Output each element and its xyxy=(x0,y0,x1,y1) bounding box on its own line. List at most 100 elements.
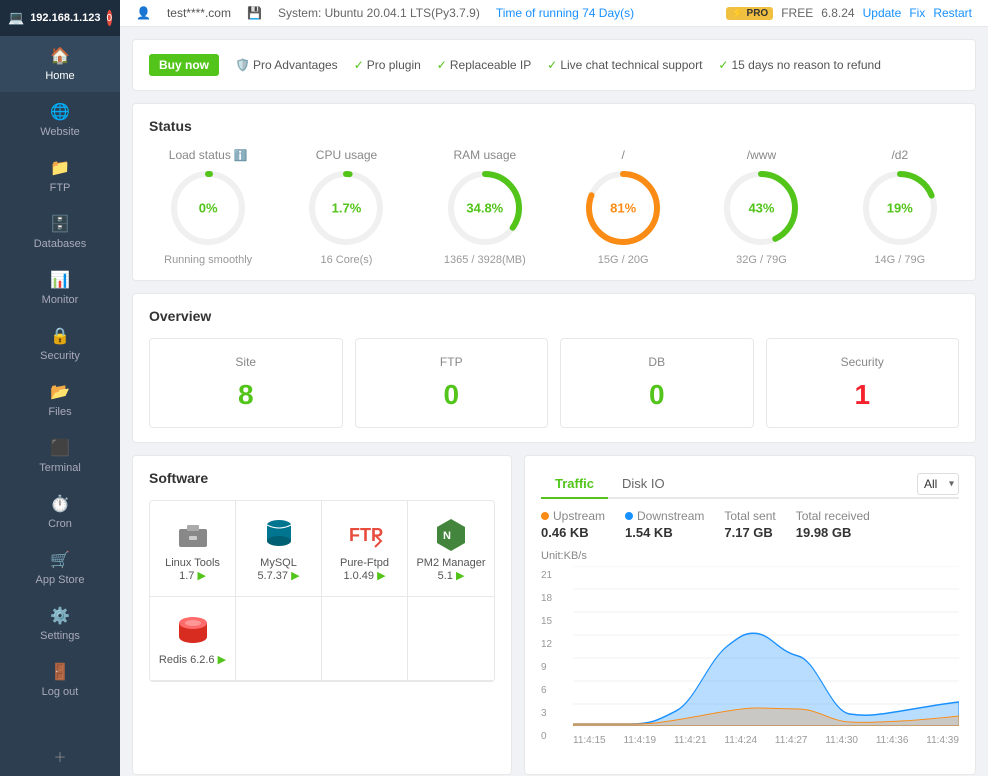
topbar-update[interactable]: Update xyxy=(863,6,902,20)
sidebar-label: Settings xyxy=(40,630,80,642)
sidebar-item-databases[interactable]: 🗄️Databases xyxy=(0,204,120,260)
card-label: Security xyxy=(783,355,943,369)
downstream-value: 1.54 KB xyxy=(625,525,704,540)
svg-text:FTP: FTP xyxy=(349,525,383,545)
software-icon-redis xyxy=(175,611,211,647)
software-cell-undefined[interactable]: Redis 6.2.6 ▶ xyxy=(150,597,236,681)
svg-text:N: N xyxy=(443,530,451,542)
overview-card-db[interactable]: DB 0 xyxy=(560,338,754,428)
status-sublabel: 15G / 20G xyxy=(598,254,649,266)
overview-card-ftp[interactable]: FTP 0 xyxy=(355,338,549,428)
status-item-root: / 81% 15G / 20G xyxy=(564,148,682,266)
card-label: FTP xyxy=(372,355,532,369)
status-sublabel: Running smoothly xyxy=(164,254,252,266)
x-label: 11:4:36 xyxy=(876,735,909,746)
logout-icon: 🚪 xyxy=(50,662,70,682)
software-icon-mysql xyxy=(261,515,297,551)
sidebar-item-files[interactable]: 📂Files xyxy=(0,372,120,428)
y-label: 21 xyxy=(541,570,569,581)
bottom-row: Software Linux Tools 1.7 ▶ MySQL 5.7.37 … xyxy=(132,455,976,775)
sidebar-label: Cron xyxy=(48,518,72,530)
gauge-value: 19% xyxy=(887,201,913,216)
traffic-select[interactable]: All xyxy=(917,473,959,495)
sidebar-item-monitor[interactable]: 📊 Monitor xyxy=(0,260,120,316)
card-label: Site xyxy=(166,355,326,369)
software-icon-ftp: FTP xyxy=(347,515,383,551)
software-cell-undefined[interactable]: MySQL 5.7.37 ▶ xyxy=(236,501,322,597)
upstream-value: 0.46 KB xyxy=(541,525,605,540)
sidebar-badge: 0 xyxy=(107,10,113,26)
y-label: 12 xyxy=(541,639,569,650)
sidebar-ip: 192.168.1.123 xyxy=(30,12,100,24)
software-cell-undefined[interactable]: FTP Pure-Ftpd 1.0.49 ▶ xyxy=(322,501,408,597)
sidebar-add-button[interactable]: ＋ xyxy=(0,737,120,776)
y-label: 9 xyxy=(541,662,569,673)
status-item-CPU usage: CPU usage 1.7% 16 Core(s) xyxy=(287,148,405,266)
sidebar-label: Monitor xyxy=(42,294,79,306)
software-cell-undefined[interactable]: Linux Tools 1.7 ▶ xyxy=(150,501,236,597)
x-label: 11:4:19 xyxy=(623,735,656,746)
tab-traffic[interactable]: Traffic xyxy=(541,470,608,499)
software-panel: Software Linux Tools 1.7 ▶ MySQL 5.7.37 … xyxy=(132,455,512,775)
gauge-wrap: 0% xyxy=(168,168,248,248)
sidebar-item-security[interactable]: 🔒Security xyxy=(0,316,120,372)
x-label: 11:4:21 xyxy=(674,735,707,746)
tab-diskio[interactable]: Disk IO xyxy=(608,470,679,499)
software-cell-empty-6 xyxy=(322,597,408,681)
sidebar-item-cron[interactable]: ⏱️ Cron xyxy=(0,484,120,540)
shield-icon: 🛡️ xyxy=(235,58,250,72)
topbar-version: 6.8.24 xyxy=(821,6,854,20)
status-title: Status xyxy=(149,118,959,134)
monitor-icon: 📊 xyxy=(50,270,70,290)
stat-upstream: Upstream 0.46 KB xyxy=(541,509,605,540)
cron-icon: ⏱️ xyxy=(50,494,70,514)
sidebar-label: Security xyxy=(40,350,80,362)
computer-icon: 💻 xyxy=(8,10,24,26)
sidebar-label: FTP xyxy=(50,182,71,194)
software-cell-undefined[interactable]: N PM2 Manager 5.1 ▶ xyxy=(408,501,494,597)
software-cell-empty-5 xyxy=(236,597,322,681)
x-axis: 11:4:1511:4:1911:4:2111:4:2411:4:2711:4:… xyxy=(573,735,959,746)
y-label: 6 xyxy=(541,685,569,696)
card-value: 0 xyxy=(577,379,737,411)
appstore-icon: 🛒 xyxy=(50,550,70,570)
main-area: 👤 test****.com 💾 System: Ubuntu 20.04.1 … xyxy=(120,0,988,776)
sidebar-item-logout[interactable]: 🚪 Log out xyxy=(0,652,120,708)
traffic-stats: Upstream 0.46 KB Downstream 1.54 KB Tota… xyxy=(541,509,959,540)
topbar-user: test****.com xyxy=(167,6,231,20)
sidebar-item-home[interactable]: 🏠Home xyxy=(0,36,120,92)
chart-unit: Unit:KB/s xyxy=(541,550,959,562)
promo-plugin: ✓ Pro plugin xyxy=(354,58,421,72)
sidebar-item-terminal[interactable]: ⬛Terminal xyxy=(0,428,120,484)
topbar-fix[interactable]: Fix xyxy=(909,6,925,20)
status-sublabel: 16 Core(s) xyxy=(321,254,373,266)
topbar-disk-icon: 💾 xyxy=(247,6,262,20)
website-icon: 🌐 xyxy=(50,102,70,122)
sidebar-label: Log out xyxy=(42,686,79,698)
software-icon-nodejs: N xyxy=(433,515,469,551)
status-label: /www xyxy=(747,148,776,162)
gauge-value: 81% xyxy=(610,201,636,216)
gauge-value: 0% xyxy=(199,201,218,216)
promo-bar: Buy now 🛡️ Pro Advantages ✓ Pro plugin ✓… xyxy=(132,39,976,91)
topbar-restart[interactable]: Restart xyxy=(933,6,972,20)
sidebar-item-appstore[interactable]: 🛒App Store xyxy=(0,540,120,596)
sidebar-item-website[interactable]: 🌐Website xyxy=(0,92,120,148)
status-label: /d2 xyxy=(891,148,908,162)
topbar-free: FREE xyxy=(781,6,813,20)
x-label: 11:4:15 xyxy=(573,735,606,746)
sidebar-item-settings[interactable]: ⚙️Settings xyxy=(0,596,120,652)
content-area: Buy now 🛡️ Pro Advantages ✓ Pro plugin ✓… xyxy=(120,27,988,776)
overview-card-site[interactable]: Site 8 xyxy=(149,338,343,428)
buy-now-button[interactable]: Buy now xyxy=(149,54,219,76)
software-name: MySQL 5.7.37 ▶ xyxy=(244,557,313,582)
sidebar-item-ftp[interactable]: 📁 FTP xyxy=(0,148,120,204)
gauge-wrap: 43% xyxy=(721,168,801,248)
software-name: Redis 6.2.6 ▶ xyxy=(159,653,226,666)
ftp-icon: 📁 xyxy=(50,158,70,178)
gauge-wrap: 81% xyxy=(583,168,663,248)
x-label: 11:4:27 xyxy=(775,735,808,746)
overview-card-security[interactable]: Security 1 xyxy=(766,338,960,428)
sidebar-label: Files xyxy=(48,406,71,418)
status-sublabel: 32G / 79G xyxy=(736,254,787,266)
